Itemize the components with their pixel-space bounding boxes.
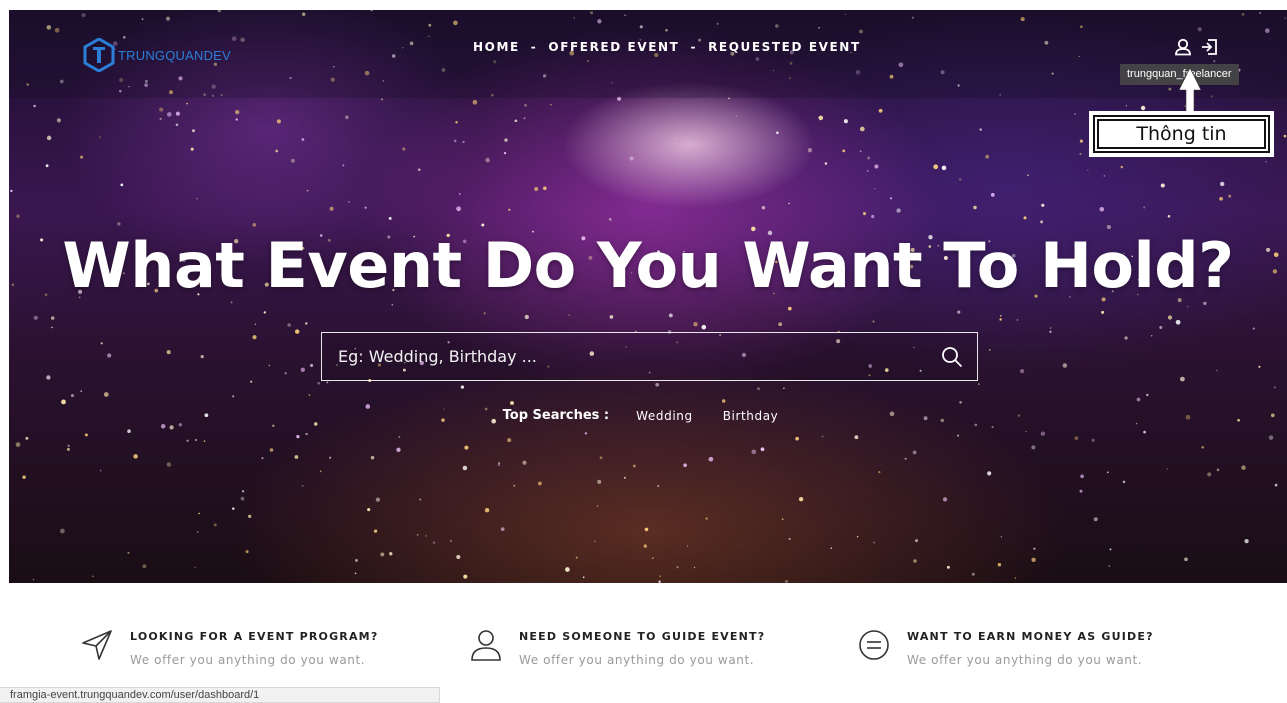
annotation-callout: Thông tin (1089, 111, 1274, 157)
feature-item: NEED SOMEONE TO GUIDE EVENT? We offer yo… (469, 620, 799, 676)
logo-mark-icon (83, 38, 115, 72)
logo-text: TRUNGQUANDEV (118, 47, 231, 63)
main-nav: HOME - OFFERED EVENT - REQUESTED EVENT (473, 40, 861, 54)
top-searches-label: Top Searches : (502, 408, 610, 423)
top-navbar: TRUNGQUANDEV HOME - OFFERED EVENT - REQU… (9, 10, 1287, 98)
hero-banner: TRUNGQUANDEV HOME - OFFERED EVENT - REQU… (9, 10, 1287, 583)
top-searches: Top Searches : Wedding Birthday (9, 408, 1287, 423)
hero-headline: What Event Do You Want To Hold? (62, 229, 1234, 302)
search-icon[interactable] (941, 346, 963, 368)
feature-description: We offer you anything do you want. (907, 653, 1143, 667)
nav-home[interactable]: HOME (473, 40, 520, 54)
nav-separator: - (530, 40, 538, 54)
search-input[interactable] (322, 333, 922, 380)
features-section: LOOKING FOR A EVENT PROGRAM? We offer yo… (0, 620, 1287, 680)
feature-item: WANT TO EARN MONEY AS GUIDE? We offer yo… (857, 620, 1187, 676)
browser-status-bar: framgia-event.trungquandev.com/user/dash… (0, 687, 440, 703)
logout-icon[interactable] (1200, 37, 1220, 57)
feature-description: We offer you anything do you want. (130, 653, 366, 667)
paper-plane-icon (82, 630, 112, 660)
feature-title: NEED SOMEONE TO GUIDE EVENT? (519, 630, 766, 643)
nav-requested-event[interactable]: REQUESTED EVENT (708, 40, 861, 54)
callout-text: Thông tin (1097, 119, 1266, 149)
feature-description: We offer you anything do you want. (519, 653, 755, 667)
feature-title: WANT TO EARN MONEY AS GUIDE? (907, 630, 1154, 643)
top-search-birthday[interactable]: Birthday (723, 409, 779, 423)
equals-circle-icon (859, 630, 889, 660)
site-logo[interactable]: TRUNGQUANDEV (83, 35, 243, 75)
nav-separator: - (690, 40, 698, 54)
top-search-wedding[interactable]: Wedding (636, 409, 693, 423)
user-icon[interactable] (1173, 37, 1193, 57)
search-box (321, 332, 978, 381)
nav-offered-event[interactable]: OFFERED EVENT (548, 40, 679, 54)
feature-title: LOOKING FOR A EVENT PROGRAM? (130, 630, 379, 643)
feature-item: LOOKING FOR A EVENT PROGRAM? We offer yo… (80, 620, 410, 676)
person-icon (471, 630, 501, 661)
